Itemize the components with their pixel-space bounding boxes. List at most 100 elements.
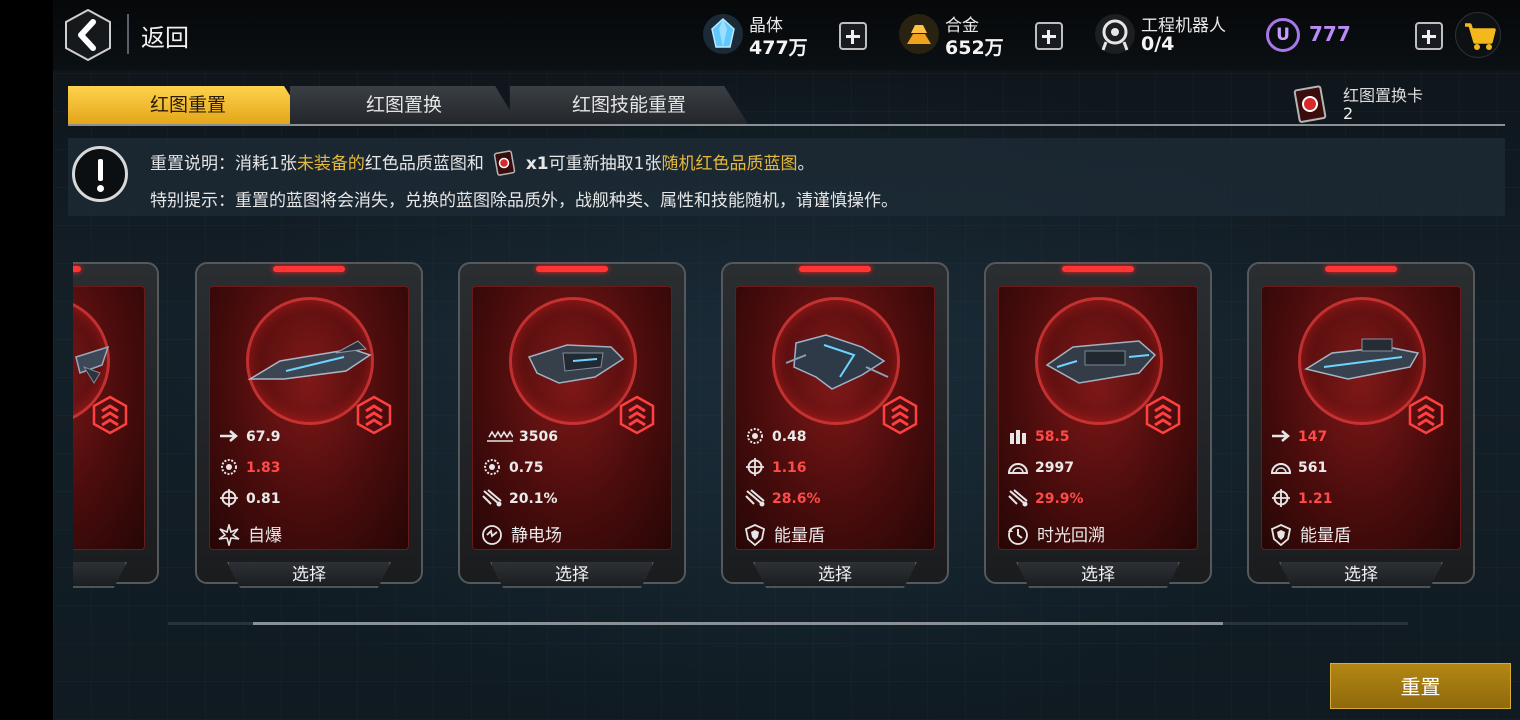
- add-currency-button[interactable]: [1415, 22, 1443, 50]
- skill-row: 能量盾: [1270, 521, 1351, 546]
- tab-red-exchange[interactable]: 红图置换: [290, 86, 518, 124]
- stat-value: 1.21: [1298, 491, 1333, 507]
- ship-icon: [1304, 338, 1420, 380]
- stat-value: 0.81: [246, 491, 281, 507]
- stat-row: 28.6%: [744, 489, 821, 509]
- card-indicator: [1062, 266, 1134, 272]
- blueprint-card-partial[interactable]: 择: [73, 262, 159, 588]
- tab-red-reset[interactable]: 红图重置: [68, 86, 308, 124]
- card-indicator: [273, 266, 345, 272]
- stat-value: 0.48: [772, 429, 807, 445]
- static-field-icon: [482, 525, 502, 545]
- stat-value: 147: [1298, 429, 1328, 445]
- stat-value: 2997: [1035, 460, 1074, 476]
- blueprint-card[interactable]: 147 561 1.21 能量盾 选择: [1247, 262, 1475, 588]
- stat-value: 1.83: [246, 460, 281, 476]
- stat-value: 3506: [519, 429, 558, 445]
- card-body: 147 561 1.21 能量盾: [1261, 286, 1461, 550]
- card-indicator: [799, 266, 871, 272]
- blueprint-card[interactable]: 3506 0.75 20.1% 静电场 选择: [458, 262, 686, 588]
- card-indicator: [73, 266, 81, 272]
- select-button[interactable]: 选择: [753, 562, 917, 588]
- special-notice: 特别提示：重置的蓝图将会消失，兑换的蓝图除品质外，战舰种类、属性和技能随机，请谨…: [150, 191, 898, 211]
- warning-icon: [72, 146, 128, 202]
- info-text: 红色品质蓝图和: [364, 154, 484, 174]
- stat-row: 561: [1270, 458, 1327, 478]
- info-highlight: 随机红色品质蓝图: [661, 154, 798, 174]
- shield-icon: [1270, 524, 1292, 546]
- reset-button[interactable]: 重置: [1330, 663, 1511, 709]
- add-alloy-button[interactable]: [1035, 22, 1063, 50]
- card-body: 58.5 2997 29.9% 时光回溯: [998, 286, 1198, 550]
- back-arrow-icon: [65, 8, 111, 62]
- info-text: 。: [797, 154, 815, 174]
- crosshair-icon: [746, 458, 764, 476]
- info-text: 可重新抽取1张: [548, 154, 662, 174]
- select-button[interactable]: 选择: [1279, 562, 1443, 588]
- top-bar: 返回 晶体 477万 合金 652万 工程机器人 0/4 U 777: [53, 0, 1520, 70]
- crosshair-icon: [220, 489, 238, 507]
- back-button[interactable]: [63, 8, 113, 62]
- select-button[interactable]: 选择: [490, 562, 654, 588]
- card-body: [73, 286, 145, 550]
- gear-rate-icon: [484, 459, 500, 475]
- card-indicator: [536, 266, 608, 272]
- carousel-scrollbar[interactable]: [168, 622, 1408, 625]
- rank-chevron-icon: [619, 395, 655, 435]
- shop-cart-icon[interactable]: [1455, 12, 1501, 58]
- rank-chevron-icon: [92, 395, 128, 435]
- resource-robot: 工程机器人 0/4: [1095, 10, 1255, 58]
- exchange-card-value: 2: [1343, 104, 1354, 123]
- arrow-speed-icon: [220, 430, 238, 442]
- stat-value: 0.75: [509, 460, 544, 476]
- stat-row: 0.48: [744, 427, 807, 447]
- rank-chevron-icon: [1145, 395, 1181, 435]
- stat-row: 2997: [1007, 458, 1074, 478]
- crosshair-icon: [1272, 489, 1290, 507]
- scrollbar-thumb[interactable]: [253, 622, 1223, 625]
- stat-value: 20.1%: [509, 491, 558, 507]
- select-button[interactable]: 择: [73, 562, 127, 588]
- ship-icon: [1045, 340, 1157, 384]
- skill-row: 静电场: [481, 521, 562, 546]
- blueprint-card[interactable]: 58.5 2997 29.9% 时光回溯 选择: [984, 262, 1212, 588]
- skill-name: 能量盾: [774, 526, 825, 546]
- ship-icon: [785, 334, 889, 390]
- stat-row: 20.1%: [481, 489, 558, 509]
- stat-row: 0.81: [218, 489, 281, 509]
- skill-row: 能量盾: [744, 521, 825, 546]
- skill-name: 自爆: [248, 526, 282, 546]
- exchange-card-name: 红图置换卡: [1343, 86, 1424, 105]
- resource-value: 0/4: [1141, 33, 1175, 55]
- add-crystal-button[interactable]: [839, 22, 867, 50]
- stat-row: 147: [1270, 427, 1327, 447]
- card-body: 67.9 1.83 0.81 自爆: [209, 286, 409, 550]
- arrow-speed-icon: [1272, 430, 1290, 442]
- select-button[interactable]: 选择: [227, 562, 391, 588]
- currency-u-icon: U: [1266, 18, 1300, 52]
- wave-damage-icon: [487, 430, 513, 442]
- tab-bar: 红图重置 红图置换 红图技能重置: [68, 86, 788, 124]
- blueprint-card[interactable]: 67.9 1.83 0.81 自爆 选择: [195, 262, 423, 588]
- exchange-card-count: 红图置换卡 2: [1291, 82, 1491, 124]
- resource-value: 652万: [945, 37, 1004, 59]
- info-text: 重置说明：消耗1张: [150, 154, 297, 174]
- card-body: 3506 0.75 20.1% 静电场: [472, 286, 672, 550]
- blueprint-card[interactable]: 0.48 1.16 28.6% 能量盾 选择: [721, 262, 949, 588]
- blueprint-carousel[interactable]: 择 67.9: [73, 262, 1493, 592]
- rank-chevron-icon: [882, 395, 918, 435]
- stat-row: 1.16: [744, 458, 807, 478]
- stat-row: 1.21: [1270, 489, 1333, 509]
- info-qty: x1: [525, 154, 549, 174]
- shield-icon: [744, 524, 766, 546]
- exchange-card-icon: [1293, 85, 1327, 123]
- stat-value: 561: [1298, 460, 1328, 476]
- skill-name: 能量盾: [1300, 526, 1351, 546]
- rank-chevron-icon: [356, 395, 392, 435]
- ship-icon: [247, 340, 372, 380]
- select-button[interactable]: 选择: [1016, 562, 1180, 588]
- tab-red-skill-reset[interactable]: 红图技能重置: [510, 86, 748, 124]
- missile-icon: [482, 489, 502, 507]
- back-label[interactable]: 返回: [141, 18, 189, 53]
- divider: [127, 14, 129, 54]
